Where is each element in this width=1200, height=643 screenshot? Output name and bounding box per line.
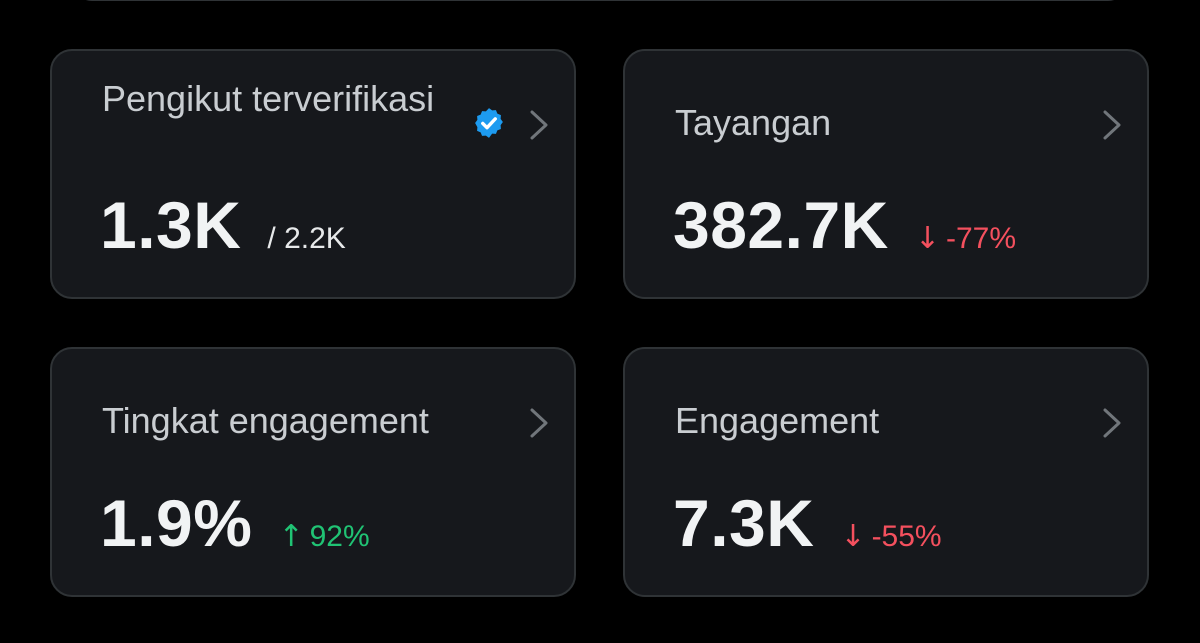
card-label: Engagement <box>675 400 880 441</box>
value-row: 1.9% ↑ 92% <box>100 485 370 561</box>
card-impressions[interactable]: Tayangan 382.7K ↓ -77% <box>623 49 1149 299</box>
card-verified-followers[interactable]: Pengikut terverifikasi 1.3K / 2.2K <box>50 49 576 299</box>
trend-delta: ↓ -77% <box>915 221 1016 256</box>
card-label: Tayangan <box>675 102 832 143</box>
delta-value: 92% <box>309 520 370 553</box>
delta-value: -77% <box>945 222 1017 255</box>
trend-delta: ↓ -55% <box>840 519 941 554</box>
value-row: 7.3K ↓ -55% <box>673 485 942 561</box>
metric-value: 7.3K <box>673 486 815 560</box>
card-engagements[interactable]: Engagement 7.3K ↓ -55% <box>623 347 1149 597</box>
value-row: 382.7K ↓ -77% <box>673 187 1016 263</box>
value-row: 1.3K / 2.2K <box>100 187 346 263</box>
trend-delta: ↑ 92% <box>278 519 369 554</box>
arrow-up-icon: ↑ <box>278 519 304 554</box>
arrow-down-icon: ↓ <box>840 519 866 554</box>
card-engagement-rate[interactable]: Tingkat engagement 1.9% ↑ 92% <box>50 347 576 597</box>
metric-value: 1.3K <box>100 188 242 262</box>
delta-value: -55% <box>871 520 942 553</box>
metric-total: / 2.2K <box>267 222 346 255</box>
previous-card-edge <box>72 0 1128 1</box>
metric-value: 382.7K <box>673 188 889 262</box>
arrow-down-icon: ↓ <box>914 221 940 256</box>
chevron-right-icon[interactable] <box>1101 406 1123 440</box>
card-label: Tingkat engagement <box>102 400 429 441</box>
chevron-right-icon[interactable] <box>528 108 550 142</box>
chevron-right-icon[interactable] <box>1101 108 1123 142</box>
card-label: Pengikut terverifikasi <box>102 78 435 119</box>
chevron-right-icon[interactable] <box>528 406 550 440</box>
metric-value: 1.9% <box>100 486 253 560</box>
verified-badge-icon <box>475 108 503 138</box>
